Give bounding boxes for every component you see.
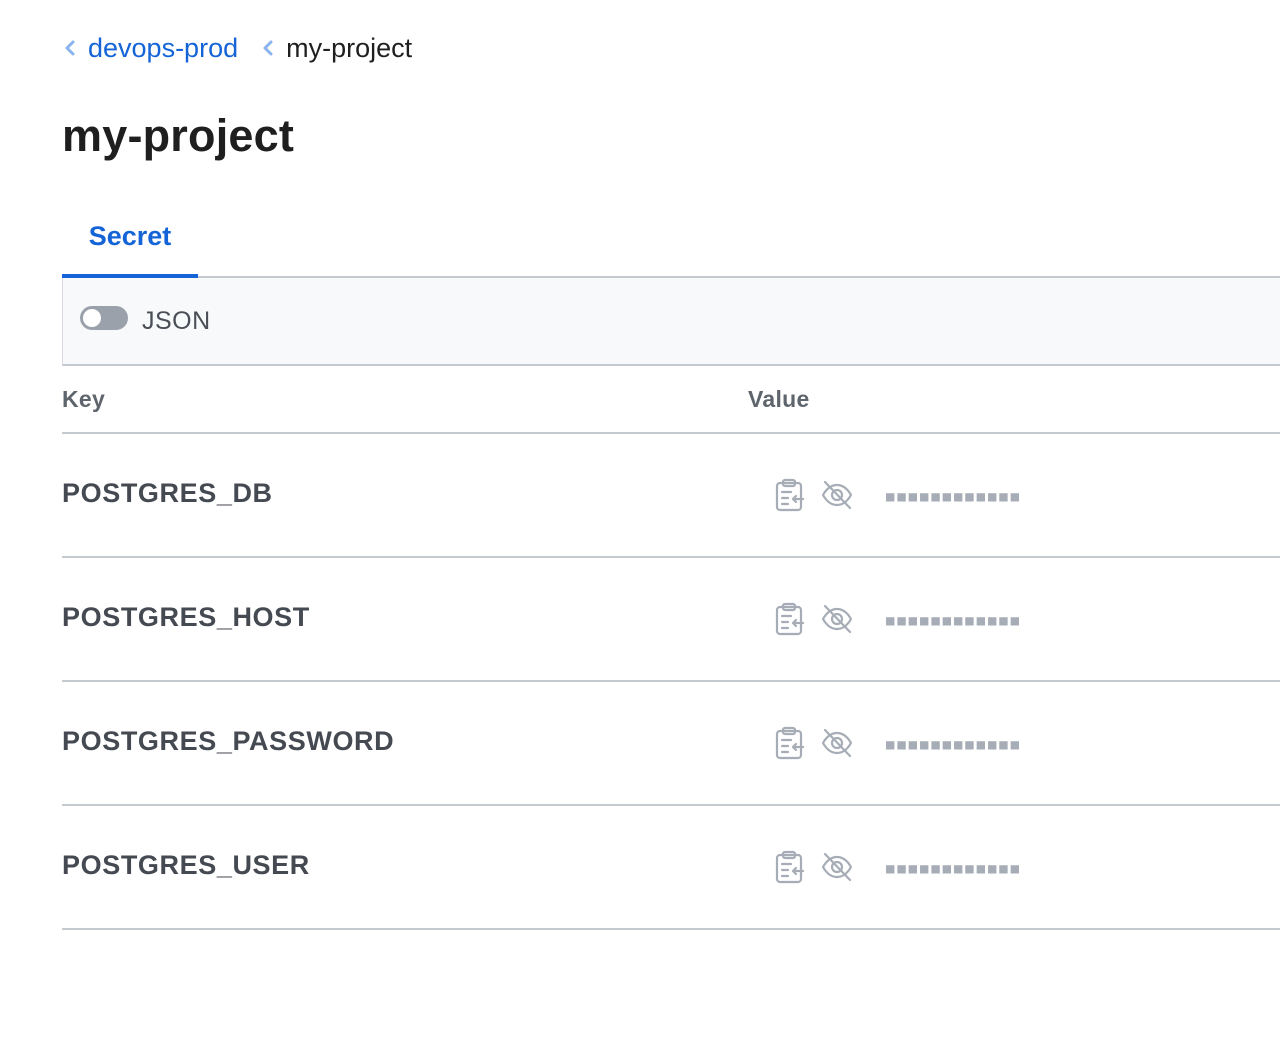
breadcrumb-item-devops-prod[interactable]: devops-prod [62, 33, 238, 64]
json-toggle-label: JSON [142, 306, 211, 335]
tab-bar: Secret [62, 196, 1280, 278]
secret-toolbar: JSON [62, 278, 1280, 366]
page: devops-prod my-project my-project Secret… [0, 0, 1280, 1054]
clipboard-copy-icon[interactable] [774, 850, 806, 884]
secrets-table: Key Value POSTGRES_DB ■■■■■■■■■■■■ POSTG… [62, 368, 1280, 930]
secret-key: POSTGRES_USER [62, 850, 310, 880]
table-row: POSTGRES_DB ■■■■■■■■■■■■ [62, 434, 1280, 558]
table-row: POSTGRES_PASSWORD ■■■■■■■■■■■■ [62, 682, 1280, 806]
chevron-left-icon [62, 38, 78, 58]
column-header-key: Key [62, 386, 106, 412]
eye-off-icon[interactable] [820, 726, 853, 760]
clipboard-copy-icon[interactable] [774, 478, 806, 512]
secret-key: POSTGRES_DB [62, 478, 273, 508]
column-header-value: Value [748, 386, 810, 412]
clipboard-copy-icon[interactable] [774, 602, 806, 636]
json-toggle[interactable] [80, 306, 128, 330]
masked-secret-value: ■■■■■■■■■■■■ [886, 489, 1022, 505]
masked-secret-value: ■■■■■■■■■■■■ [886, 861, 1022, 877]
eye-off-icon[interactable] [820, 478, 853, 512]
eye-off-icon[interactable] [820, 850, 853, 884]
page-title: my-project [62, 110, 295, 161]
masked-secret-value: ■■■■■■■■■■■■ [886, 737, 1022, 753]
breadcrumb: devops-prod my-project [62, 30, 434, 66]
table-row: POSTGRES_HOST ■■■■■■■■■■■■ [62, 558, 1280, 682]
breadcrumb-current-label: my-project [286, 32, 413, 63]
breadcrumb-item-my-project: my-project [260, 33, 412, 64]
chevron-left-icon [260, 38, 276, 58]
clipboard-copy-icon[interactable] [774, 726, 806, 760]
toggle-knob [83, 309, 101, 327]
masked-secret-value: ■■■■■■■■■■■■ [886, 613, 1022, 629]
secret-key: POSTGRES_HOST [62, 602, 310, 632]
eye-off-icon[interactable] [820, 602, 853, 636]
table-header: Key Value [62, 368, 1280, 434]
tab-secret[interactable]: Secret [62, 196, 198, 276]
secret-key: POSTGRES_PASSWORD [62, 726, 395, 756]
table-row: POSTGRES_USER ■■■■■■■■■■■■ [62, 806, 1280, 930]
breadcrumb-link-devops-prod[interactable]: devops-prod [88, 33, 238, 64]
